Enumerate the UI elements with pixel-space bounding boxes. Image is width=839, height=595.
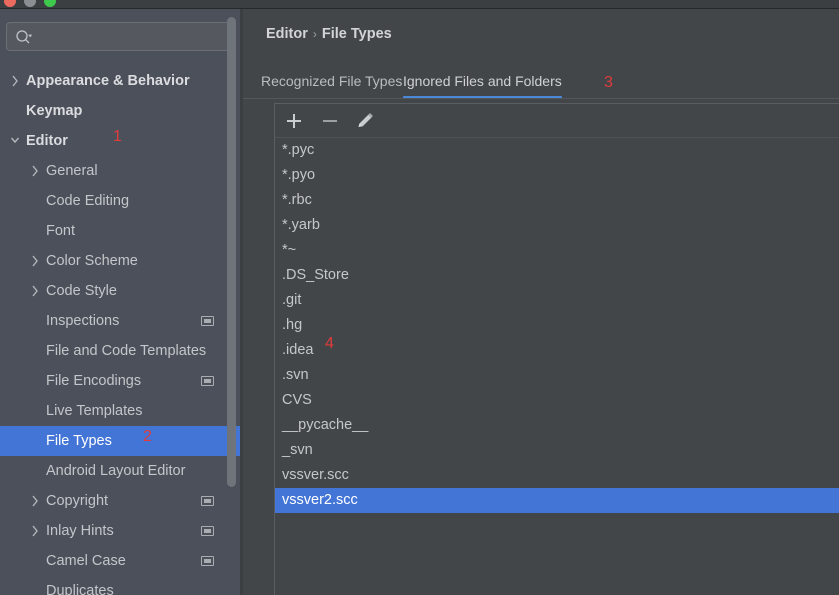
list-item[interactable]: __pycache__ (275, 413, 839, 438)
list-item[interactable]: .svn (275, 363, 839, 388)
sidebar-item-inspections[interactable]: Inspections (0, 306, 240, 336)
sidebar-item-label: Copyright (46, 493, 109, 509)
sidebar-item-live-templates[interactable]: Live Templates (0, 396, 240, 426)
sidebar-item-copyright[interactable]: Copyright (0, 486, 240, 516)
settings-tree: Appearance & Behavior Keymap Editor General… (0, 66, 240, 595)
settings-content: Editor › File Types Recognized File Types I… (243, 9, 839, 595)
minimize-button[interactable] (24, 0, 36, 7)
project-scope-icon (201, 316, 214, 326)
search-icon (16, 30, 33, 44)
sidebar-item-label: Camel Case (46, 553, 126, 569)
search-input[interactable] (37, 23, 233, 52)
list-item[interactable]: *.rbc (275, 188, 839, 213)
window-titlebar (0, 0, 839, 9)
tab-recognized-file-types[interactable]: Recognized File Types (261, 67, 402, 97)
list-item[interactable]: .git (275, 288, 839, 313)
sidebar-item-label: Duplicates (46, 583, 114, 595)
list-item[interactable]: .hg (275, 313, 839, 338)
sidebar-scrollbar-track[interactable] (227, 17, 236, 532)
minus-icon (323, 120, 337, 122)
ignored-files-list[interactable]: *.pyc *.pyo *.rbc *.yarb *~ .DS_Store .git .hg.… (275, 138, 839, 595)
sidebar-item-appearance-behavior[interactable]: Appearance & Behavior (0, 66, 240, 96)
breadcrumb-current: File Types (321, 26, 392, 42)
sidebar-item-code-editing[interactable]: Code Editing (0, 186, 240, 216)
sidebar-item-general[interactable]: General (0, 156, 240, 186)
tabs-baseline (243, 98, 839, 99)
list-item[interactable]: *.yarb (275, 213, 839, 238)
list-item[interactable]: vssver.scc (275, 463, 839, 488)
tab-label: Recognized File Types (261, 73, 403, 89)
sidebar-item-code-style[interactable]: Code Style (0, 276, 240, 306)
list-toolbar (275, 104, 839, 138)
pencil-icon (358, 113, 373, 127)
list-item[interactable]: *~ (275, 238, 839, 263)
breadcrumb-root[interactable]: Editor (266, 26, 308, 42)
settings-window: Appearance & Behavior Keymap Editor General… (0, 0, 839, 595)
breadcrumb-separator-icon: › (312, 27, 317, 41)
sidebar-item-font[interactable]: Font (0, 216, 240, 246)
sidebar-item-duplicates[interactable]: Duplicates (0, 576, 240, 595)
sidebar-item-label: Code Editing (46, 193, 130, 209)
sidebar-item-label: Keymap (26, 103, 83, 119)
sidebar-item-keymap[interactable]: Keymap (0, 96, 240, 126)
sidebar-item-label: Code Style (46, 283, 117, 299)
maximize-button[interactable] (44, 0, 56, 7)
sidebar-item-label: File Encodings (46, 373, 142, 389)
sidebar-item-inlay-hints[interactable]: Inlay Hints (0, 516, 240, 546)
tab-ignored-files-and-folders[interactable]: Ignored Files and Folders (403, 67, 562, 99)
sidebar-item-label: Live Templates (46, 403, 143, 419)
breadcrumb: Editor › File Types (266, 26, 392, 42)
remove-button[interactable] (317, 108, 343, 134)
search-box[interactable] (6, 22, 234, 52)
list-item[interactable]: CVS (275, 388, 839, 413)
add-button[interactable] (281, 108, 307, 134)
list-item[interactable]: .DS_Store (275, 263, 839, 288)
sidebar-item-android-layout-editor[interactable]: Android Layout Editor (0, 456, 240, 486)
list-item[interactable]: _svn (275, 438, 839, 463)
close-button[interactable] (4, 0, 16, 7)
plus-icon (287, 114, 301, 128)
sidebar-item-editor[interactable]: Editor (0, 126, 240, 156)
sidebar-scrollbar-thumb[interactable] (227, 17, 236, 487)
project-scope-icon (201, 376, 214, 386)
sidebar-item-label: Editor (26, 133, 68, 149)
tab-label: Ignored Files and Folders (403, 73, 562, 89)
ignored-files-panel: *.pyc *.pyo *.rbc *.yarb *~ .DS_Store .git .hg.… (274, 103, 839, 595)
list-item[interactable]: *.pyc (275, 138, 839, 163)
edit-button[interactable] (351, 108, 377, 134)
project-scope-icon (201, 496, 214, 506)
sidebar-item-file-and-code-templates[interactable]: File and Code Templates (0, 336, 240, 366)
sidebar-item-label: Color Scheme (46, 253, 138, 269)
list-item[interactable]: *.pyo (275, 163, 839, 188)
project-scope-icon (201, 556, 214, 566)
list-item[interactable]: .idea (275, 338, 839, 363)
sidebar-item-file-types[interactable]: File Types (0, 426, 240, 456)
sidebar-item-label: Font (46, 223, 76, 239)
list-item[interactable]: vssver2.scc (275, 488, 839, 513)
sidebar-item-camel-case[interactable]: Camel Case (0, 546, 240, 576)
sidebar-item-label: Inlay Hints (46, 523, 114, 539)
sidebar-item-label: Android Layout Editor (46, 463, 186, 479)
sidebar-item-label: File and Code Templates (46, 343, 207, 359)
settings-sidebar: Appearance & Behavior Keymap Editor General… (0, 9, 240, 595)
project-scope-icon (201, 526, 214, 536)
sidebar-item-color-scheme[interactable]: Color Scheme (0, 246, 240, 276)
sidebar-item-label: Inspections (46, 313, 120, 329)
sidebar-item-file-encodings[interactable]: File Encodings (0, 366, 240, 396)
content-tabs: Recognized File Types Ignored Files and F… (243, 67, 839, 99)
sidebar-item-label: General (46, 163, 98, 179)
sidebar-item-label: Appearance & Behavior (26, 73, 190, 89)
sidebar-item-label: File Types (46, 433, 112, 449)
